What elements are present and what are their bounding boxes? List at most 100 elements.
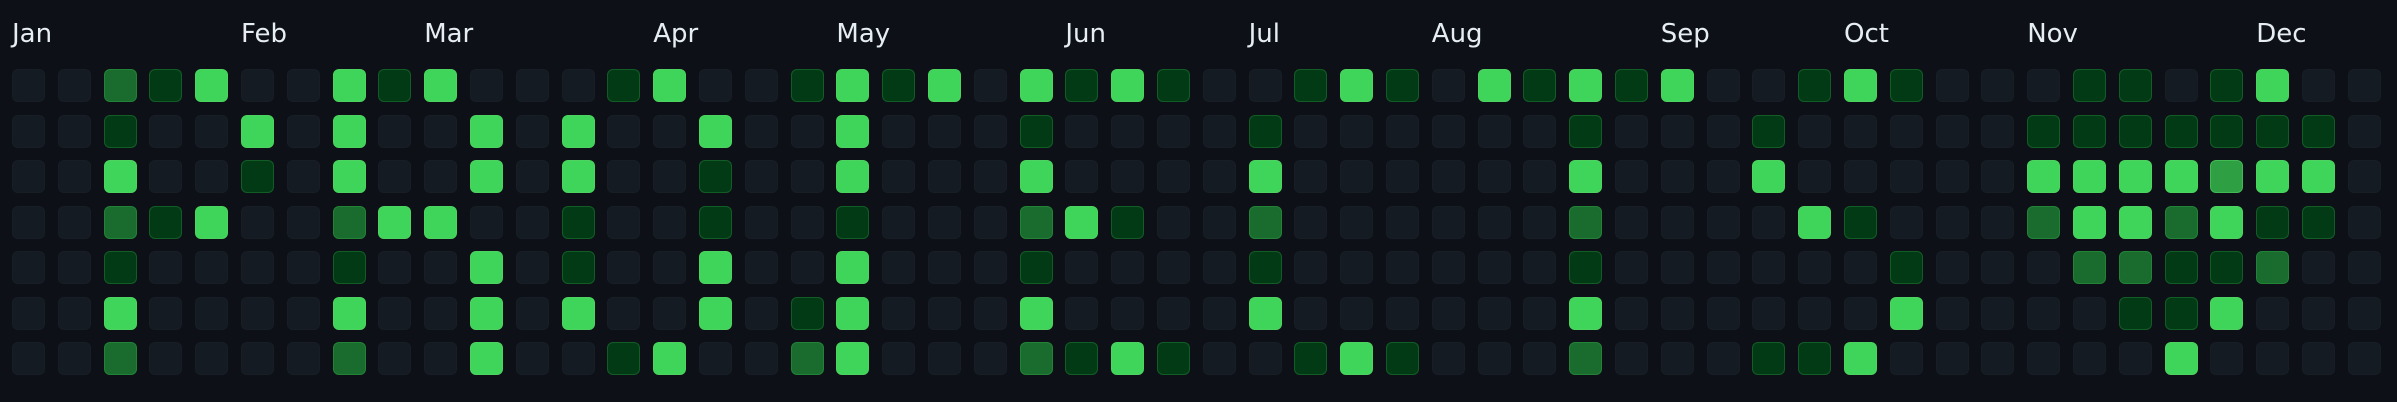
day-cell[interactable] <box>928 296 961 330</box>
day-cell[interactable] <box>1111 69 1145 102</box>
day-cell[interactable] <box>103 251 137 284</box>
day-cell[interactable] <box>790 69 824 102</box>
day-cell[interactable] <box>103 160 137 193</box>
day-cell[interactable] <box>103 114 137 148</box>
day-cell[interactable] <box>836 205 870 239</box>
day-cell[interactable] <box>882 251 916 284</box>
day-cell[interactable] <box>2302 205 2335 239</box>
day-cell[interactable] <box>57 251 91 284</box>
day-cell[interactable] <box>790 114 824 148</box>
day-cell[interactable] <box>1798 251 1832 284</box>
day-cell[interactable] <box>1798 69 1832 102</box>
day-cell[interactable] <box>1569 205 1603 239</box>
day-cell[interactable] <box>744 251 778 284</box>
day-cell[interactable] <box>1569 114 1603 148</box>
day-cell[interactable] <box>515 342 549 375</box>
day-cell[interactable] <box>2256 342 2290 375</box>
day-cell[interactable] <box>1935 251 1969 284</box>
day-cell[interactable] <box>1340 114 1374 148</box>
day-cell[interactable] <box>1157 342 1190 375</box>
day-cell[interactable] <box>1111 205 1145 239</box>
day-cell[interactable] <box>607 205 641 239</box>
day-cell[interactable] <box>1202 342 1236 375</box>
day-cell[interactable] <box>1111 342 1145 375</box>
day-cell[interactable] <box>1889 296 1923 330</box>
day-cell[interactable] <box>1706 160 1740 193</box>
day-cell[interactable] <box>2027 205 2061 239</box>
day-cell[interactable] <box>1202 296 1236 330</box>
day-cell[interactable] <box>1660 342 1694 375</box>
day-cell[interactable] <box>515 205 549 239</box>
day-cell[interactable] <box>195 69 229 102</box>
day-cell[interactable] <box>470 342 503 375</box>
day-cell[interactable] <box>699 69 732 102</box>
day-cell[interactable] <box>149 205 183 239</box>
day-cell[interactable] <box>1889 69 1923 102</box>
day-cell[interactable] <box>607 160 641 193</box>
day-cell[interactable] <box>515 251 549 284</box>
day-cell[interactable] <box>470 69 503 102</box>
day-cell[interactable] <box>1844 342 1877 375</box>
day-cell[interactable] <box>836 251 870 284</box>
day-cell[interactable] <box>1752 69 1786 102</box>
day-cell[interactable] <box>973 296 1007 330</box>
day-cell[interactable] <box>1523 160 1557 193</box>
day-cell[interactable] <box>1569 342 1603 375</box>
day-cell[interactable] <box>653 160 687 193</box>
day-cell[interactable] <box>1065 205 1099 239</box>
day-cell[interactable] <box>744 342 778 375</box>
day-cell[interactable] <box>2302 296 2335 330</box>
day-cell[interactable] <box>1569 69 1603 102</box>
day-cell[interactable] <box>653 114 687 148</box>
day-cell[interactable] <box>195 205 229 239</box>
day-cell[interactable] <box>1386 114 1419 148</box>
day-cell[interactable] <box>2347 251 2381 284</box>
day-cell[interactable] <box>12 114 45 148</box>
day-cell[interactable] <box>1889 114 1923 148</box>
day-cell[interactable] <box>973 342 1007 375</box>
day-cell[interactable] <box>882 69 916 102</box>
day-cell[interactable] <box>2256 296 2290 330</box>
day-cell[interactable] <box>470 160 503 193</box>
day-cell[interactable] <box>1981 205 2015 239</box>
day-cell[interactable] <box>2073 114 2106 148</box>
day-cell[interactable] <box>1569 160 1603 193</box>
day-cell[interactable] <box>57 296 91 330</box>
day-cell[interactable] <box>928 69 961 102</box>
day-cell[interactable] <box>2256 114 2290 148</box>
day-cell[interactable] <box>1386 342 1419 375</box>
day-cell[interactable] <box>561 342 595 375</box>
day-cell[interactable] <box>2164 296 2198 330</box>
day-cell[interactable] <box>1752 296 1786 330</box>
day-cell[interactable] <box>699 342 732 375</box>
day-cell[interactable] <box>2302 160 2335 193</box>
day-cell[interactable] <box>1202 69 1236 102</box>
day-cell[interactable] <box>2164 342 2198 375</box>
day-cell[interactable] <box>103 342 137 375</box>
day-cell[interactable] <box>2118 160 2152 193</box>
day-cell[interactable] <box>286 160 320 193</box>
day-cell[interactable] <box>12 205 45 239</box>
day-cell[interactable] <box>1981 342 2015 375</box>
day-cell[interactable] <box>882 296 916 330</box>
day-cell[interactable] <box>1294 342 1328 375</box>
day-cell[interactable] <box>241 205 274 239</box>
day-cell[interactable] <box>2164 160 2198 193</box>
day-cell[interactable] <box>2302 114 2335 148</box>
day-cell[interactable] <box>2027 160 2061 193</box>
day-cell[interactable] <box>2256 160 2290 193</box>
day-cell[interactable] <box>2210 342 2244 375</box>
day-cell[interactable] <box>1706 114 1740 148</box>
day-cell[interactable] <box>2027 69 2061 102</box>
day-cell[interactable] <box>1248 342 1282 375</box>
day-cell[interactable] <box>1477 69 1511 102</box>
day-cell[interactable] <box>2210 114 2244 148</box>
day-cell[interactable] <box>1844 205 1877 239</box>
day-cell[interactable] <box>1202 251 1236 284</box>
day-cell[interactable] <box>149 251 183 284</box>
day-cell[interactable] <box>1248 69 1282 102</box>
day-cell[interactable] <box>790 205 824 239</box>
day-cell[interactable] <box>607 342 641 375</box>
day-cell[interactable] <box>2027 251 2061 284</box>
day-cell[interactable] <box>1294 296 1328 330</box>
